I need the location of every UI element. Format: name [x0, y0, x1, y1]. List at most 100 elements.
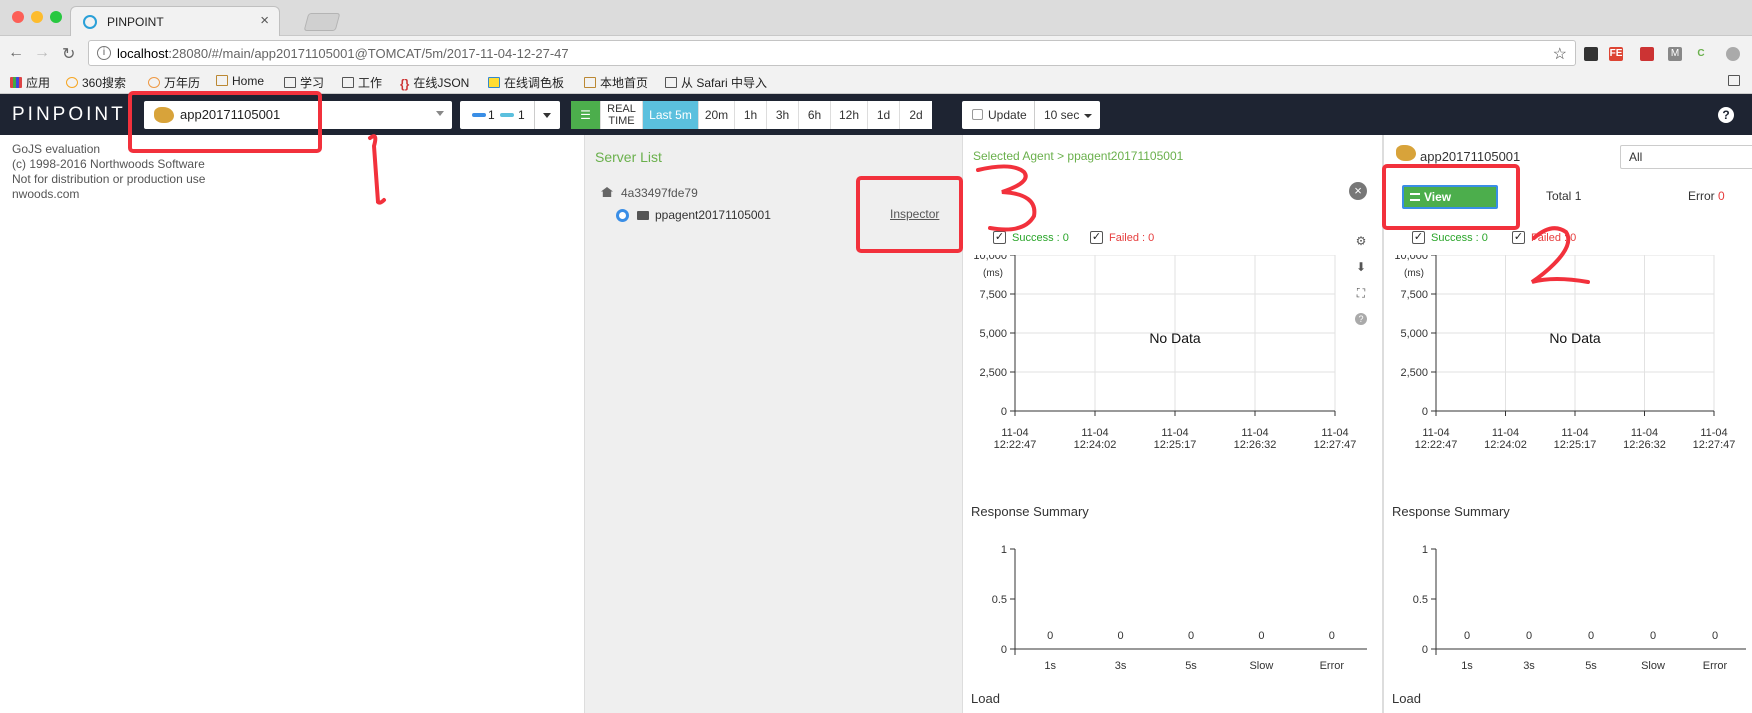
annotation-box-app-select: [128, 91, 322, 153]
outbound-arrow-icon: [500, 113, 514, 117]
bookmark-folder-safari-import[interactable]: 从 Safari 中导入: [665, 74, 767, 91]
forward-icon[interactable]: →: [34, 44, 50, 62]
update-label: Update: [988, 108, 1027, 122]
x-tick-label-time: 12:27:47: [1693, 439, 1736, 451]
success-checkbox[interactable]: ✓: [1412, 231, 1425, 244]
range-1h-button[interactable]: 1h: [735, 101, 767, 129]
range-12h-button[interactable]: 12h: [831, 101, 868, 129]
search-depth-select[interactable]: 1 1: [460, 101, 560, 129]
list-view-button[interactable]: ☰: [571, 101, 601, 129]
y-tick-label: 10,000: [1394, 255, 1428, 262]
shield-extension-icon[interactable]: [1726, 47, 1740, 61]
back-icon[interactable]: ←: [8, 44, 24, 62]
help-icon[interactable]: ?: [1718, 107, 1734, 123]
bookmark-star-icon[interactable]: ☆: [1553, 44, 1567, 64]
gojs-line: nwoods.com: [12, 187, 80, 201]
new-tab-button[interactable]: [303, 13, 341, 31]
x-tick-label-time: 12:22:47: [994, 439, 1037, 451]
y-tick-label: 2,500: [979, 367, 1007, 379]
bookmark-palette[interactable]: 在线调色板: [488, 74, 564, 91]
y-tick-label: 7,500: [979, 289, 1007, 301]
range-1d-button[interactable]: 1d: [868, 101, 900, 129]
x-tick-label-date: 11-04: [1422, 427, 1449, 439]
x-category-label: Error: [1320, 660, 1345, 672]
no-data-message: No Data: [1549, 330, 1601, 346]
interval-select[interactable]: 10 sec: [1044, 108, 1079, 122]
response-scatter-chart: 10,0007,5005,0002,5000(ms)11-0412:22:471…: [973, 255, 1356, 451]
y-tick-label: 0: [1001, 644, 1007, 656]
x-category-label: 5s: [1585, 660, 1597, 672]
close-window-icon[interactable]: [12, 11, 24, 23]
response-summary-chart: 1 0.5 0 0 1s 0 3s 0 5s 0 Slow 0 Error: [992, 544, 1367, 672]
bookmark-folder-work[interactable]: 工作: [342, 74, 382, 91]
y-tick-label: 1: [1422, 544, 1428, 556]
maximize-window-icon[interactable]: [50, 11, 62, 23]
y-tick-label: 7,500: [1400, 289, 1428, 301]
gojs-line: (c) 1998-2016 Northwoods Software: [12, 157, 205, 171]
failed-checkbox[interactable]: ✓: [1090, 231, 1103, 244]
annotation-box-view-servers: [1382, 164, 1520, 230]
x-category-label: 3s: [1523, 660, 1535, 672]
outbound-depth: 1: [518, 108, 525, 122]
bookmark-folder-study[interactable]: 学习: [284, 74, 324, 91]
address-bar[interactable]: i localhost:28080/#/main/app20171105001@…: [88, 40, 1576, 66]
url-text[interactable]: localhost:28080/#/main/app20171105001@TO…: [117, 46, 569, 61]
x-tick-label-time: 12:25:17: [1154, 439, 1197, 451]
inbound-arrow-icon: [472, 113, 486, 117]
total-count: Total 1: [1546, 189, 1582, 203]
info-icon[interactable]: i: [97, 46, 111, 60]
y-axis-label: (ms): [1404, 268, 1424, 279]
x-tick-label-date: 11-04: [1001, 427, 1028, 439]
x-tick-label-time: 12:24:02: [1484, 439, 1527, 451]
c-extension-icon[interactable]: C: [1694, 47, 1708, 61]
x-tick-label-date: 11-04: [1161, 427, 1188, 439]
tab-close-icon[interactable]: ×: [260, 12, 269, 29]
x-tick-label-date: 11-04: [1700, 427, 1727, 439]
gmail-extension-icon[interactable]: M: [1668, 47, 1682, 61]
browser-tab-bar: PINPOINT ×: [0, 0, 1752, 36]
success-count: Success : 0: [1431, 232, 1488, 244]
range-20m-button[interactable]: 20m: [699, 101, 735, 129]
range-2d-button[interactable]: 2d: [900, 101, 932, 129]
range-6h-button[interactable]: 6h: [799, 101, 831, 129]
x-category-label: Slow: [1641, 660, 1665, 672]
host-name: 4a33497fde79: [621, 186, 698, 200]
range-3h-button[interactable]: 3h: [767, 101, 799, 129]
reload-icon[interactable]: ↻: [62, 44, 75, 64]
bookmark-360-search[interactable]: 360搜索: [66, 74, 126, 91]
bookmark-local-home[interactable]: 本地首页: [584, 74, 648, 91]
annotation-number-1: [368, 134, 386, 205]
bar-value-label: 0: [1258, 630, 1264, 642]
close-icon[interactable]: ×: [1349, 182, 1367, 200]
bookmark-folder-overflow[interactable]: [1728, 74, 1744, 88]
x-category-label: Slow: [1249, 660, 1273, 672]
y-tick-label: 0: [1422, 406, 1428, 418]
extension-icon[interactable]: [1640, 47, 1654, 61]
bar-value-label: 0: [1588, 630, 1594, 642]
y-tick-label: 10,000: [973, 255, 1007, 262]
agent-radio[interactable]: [616, 209, 629, 222]
minimize-window-icon[interactable]: [31, 11, 43, 23]
gear-icon[interactable]: ⚙: [1355, 235, 1367, 247]
fe-extension-icon[interactable]: FE: [1609, 47, 1623, 61]
browser-tab[interactable]: PINPOINT ×: [70, 6, 280, 36]
bookmark-json[interactable]: {} 在线JSON: [400, 74, 469, 91]
bar-value-label: 0: [1118, 630, 1124, 642]
range-last-5m-button[interactable]: Last 5m: [643, 101, 699, 129]
application-name: app20171105001: [1420, 149, 1521, 164]
load-title: Load: [1392, 691, 1421, 706]
bookmark-home[interactable]: Home: [216, 74, 264, 88]
bar-value-label: 0: [1188, 630, 1194, 642]
agent-filter-select[interactable]: All: [1620, 145, 1752, 169]
gojs-line: Not for distribution or production use: [12, 172, 206, 186]
qr-code-extension-icon[interactable]: [1584, 47, 1598, 61]
realtime-button[interactable]: REAL TIME: [601, 101, 643, 129]
agent-name[interactable]: ppagent20171105001: [655, 208, 771, 222]
y-tick-label: 5,000: [979, 328, 1007, 340]
caret-down-icon[interactable]: [543, 113, 551, 118]
bookmark-calendar[interactable]: 万年历: [148, 74, 200, 91]
update-checkbox[interactable]: [972, 109, 983, 120]
bookmark-apps[interactable]: 应用: [10, 74, 50, 91]
bar-value-label: 0: [1464, 630, 1470, 642]
x-tick-label-date: 11-04: [1081, 427, 1108, 439]
